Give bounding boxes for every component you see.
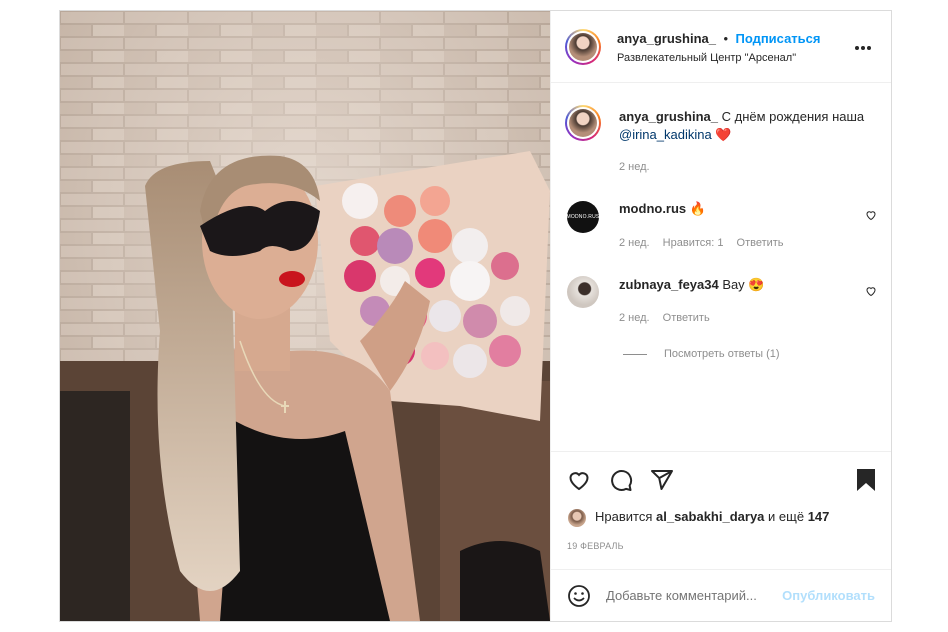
more-horizontal-icon[interactable] — [854, 45, 872, 51]
comment-time[interactable]: 2 нед. — [619, 312, 650, 324]
add-comment-bar: Опубликовать — [551, 569, 891, 621]
header-separator: • — [723, 31, 729, 46]
reply-button[interactable]: Ответить — [663, 312, 710, 324]
comment-icon[interactable] — [609, 468, 633, 492]
comment-input[interactable] — [606, 585, 776, 605]
likes-suffix: и ещё — [768, 509, 805, 524]
publish-button[interactable]: Опубликовать — [782, 588, 875, 603]
author-avatar[interactable] — [565, 29, 601, 65]
author-username[interactable]: anya_grushina_ — [617, 31, 716, 46]
comment-meta: 2 нед. Ответить — [619, 312, 720, 324]
side-panel: anya_grushina_ • Подписаться Развлекател… — [550, 11, 891, 621]
comment-text: Вау 😍 — [722, 277, 765, 292]
replies-divider — [623, 354, 647, 355]
comment-like-icon[interactable] — [865, 285, 877, 297]
commenter-avatar[interactable]: MODNO.RUS — [567, 201, 599, 233]
location-link[interactable]: Развлекательный Центр "Арсенал" — [617, 52, 796, 64]
caption-heart-emoji: ❤️ — [715, 127, 732, 142]
post-header: anya_grushina_ • Подписаться Развлекател… — [551, 11, 891, 83]
liker-avatar[interactable] — [568, 509, 586, 527]
reply-button[interactable]: Ответить — [737, 237, 784, 249]
likes-prefix: Нравится — [595, 509, 653, 524]
follow-button[interactable]: Подписаться — [735, 31, 820, 46]
comment-meta: 2 нед. Нравится: 1 Ответить — [619, 237, 794, 249]
smiley-icon[interactable] — [567, 584, 591, 608]
comment-like-icon[interactable] — [865, 209, 877, 221]
caption-text: С днём рождения наша — [721, 109, 865, 124]
comment-text: 🔥 — [689, 201, 706, 216]
bookmark-filled-icon[interactable] — [856, 468, 876, 492]
commenter-username[interactable]: modno.rus — [619, 201, 686, 216]
heart-outline-icon[interactable] — [567, 468, 591, 492]
photo-illustration — [60, 11, 550, 621]
comment-likes[interactable]: Нравится: 1 — [663, 237, 724, 249]
caption-mention[interactable]: @irina_kadikina — [619, 127, 712, 142]
liker-username[interactable]: al_sabakhi_darya — [656, 509, 764, 524]
commenter-avatar[interactable] — [567, 276, 599, 308]
post-card: anya_grushina_ • Подписаться Развлекател… — [59, 10, 892, 622]
commenter-username[interactable]: zubnaya_feya34 — [619, 277, 719, 292]
likes-count[interactable]: 147 — [808, 509, 830, 524]
caption-username[interactable]: anya_grushina_ — [619, 109, 718, 124]
view-replies-button[interactable]: Посмотреть ответы (1) — [664, 348, 780, 360]
paper-plane-icon[interactable] — [650, 468, 674, 492]
caption-time[interactable]: 2 нед. — [619, 161, 650, 173]
action-bar — [551, 451, 891, 491]
post-photo[interactable] — [60, 11, 550, 621]
comment-time[interactable]: 2 нед. — [619, 237, 650, 249]
caption-avatar[interactable] — [565, 105, 601, 141]
post-date[interactable]: 19 ФЕВРАЛЬ — [567, 541, 624, 551]
